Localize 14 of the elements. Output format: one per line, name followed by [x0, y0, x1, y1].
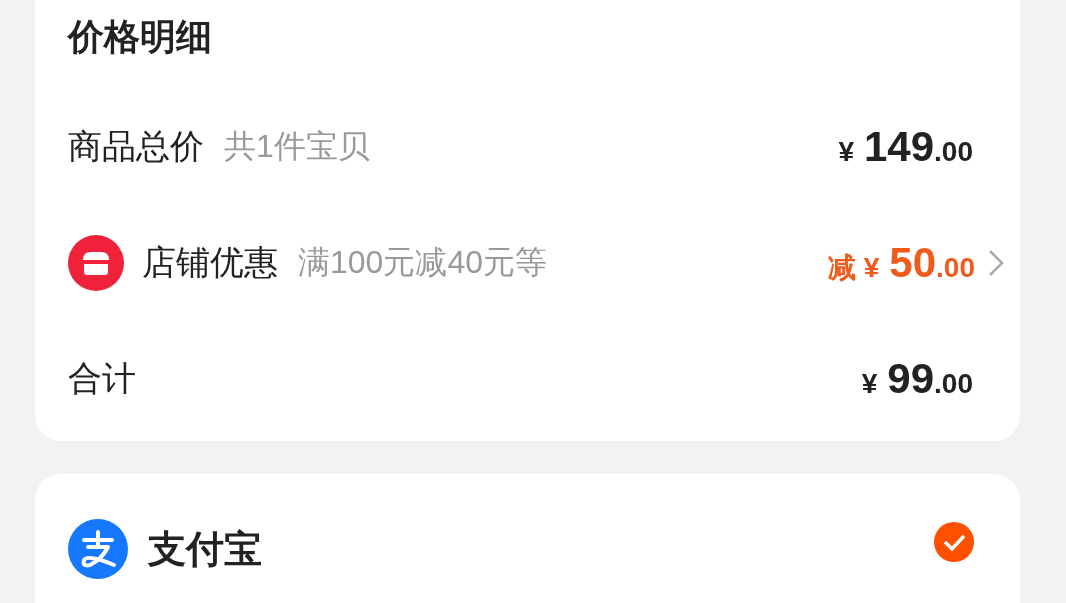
- section-title: 价格明细: [68, 14, 213, 59]
- row-note: 共1件宝贝: [224, 127, 370, 166]
- row-label: 合计: [68, 358, 136, 399]
- payment-method-name: 支付宝: [148, 526, 262, 572]
- price: ¥ 149.00: [838, 123, 973, 171]
- price: ¥ 99.00: [861, 355, 973, 403]
- row-note: 满100元减40元等: [298, 243, 547, 282]
- payment-logo-icon: [68, 519, 128, 579]
- shop-icon: [68, 235, 124, 291]
- radio-button[interactable]: [933, 521, 975, 563]
- row-label: 店铺优惠: [142, 242, 278, 283]
- chevron-right-icon[interactable]: [987, 248, 1005, 278]
- discount-amount: 减 ¥ 50.00: [827, 239, 975, 287]
- row-label: 商品总价: [68, 126, 204, 167]
